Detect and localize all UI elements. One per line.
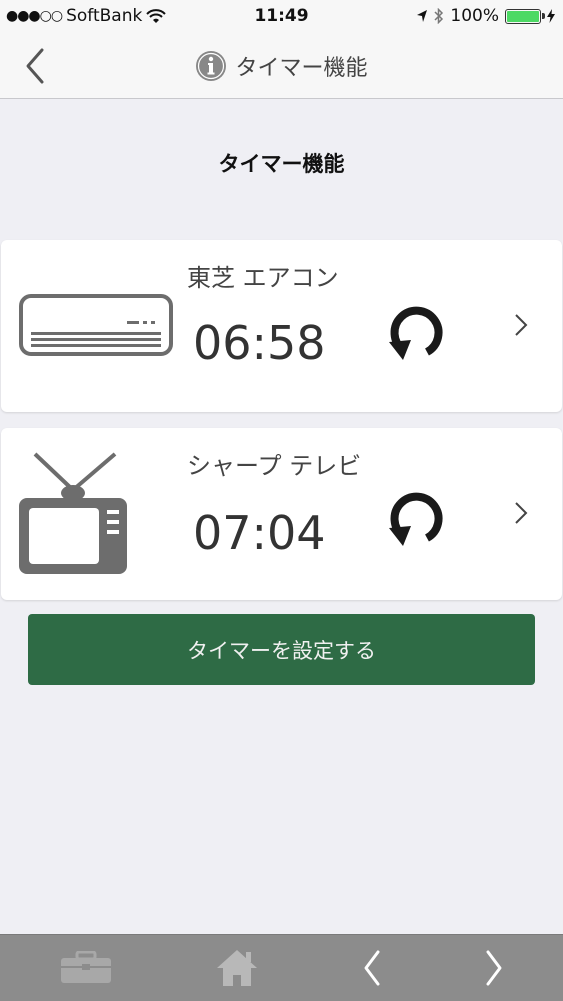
nav-title: タイマー機能 bbox=[235, 56, 368, 81]
television-icon bbox=[19, 452, 127, 574]
nav-title-group: タイマー機能 bbox=[0, 50, 563, 82]
page-title: タイマー機能 bbox=[218, 152, 345, 176]
bottom-toolbar bbox=[0, 934, 563, 1001]
chevron-left-icon bbox=[364, 950, 380, 986]
home-icon bbox=[217, 950, 257, 986]
set-timer-button[interactable]: タイマーを設定する bbox=[28, 614, 535, 685]
bluetooth-icon bbox=[434, 8, 444, 24]
forward-nav-button[interactable] bbox=[474, 943, 514, 993]
battery-percent: 100% bbox=[450, 6, 499, 26]
back-nav-button[interactable] bbox=[352, 943, 392, 993]
navigation-bar: タイマー機能 bbox=[0, 32, 563, 99]
status-right: 100% bbox=[416, 6, 555, 26]
timer-time: 07:04 bbox=[193, 506, 326, 560]
charging-icon bbox=[547, 9, 555, 23]
home-button[interactable] bbox=[212, 943, 262, 993]
toolbox-button[interactable] bbox=[58, 943, 114, 993]
info-icon[interactable] bbox=[195, 50, 227, 82]
chevron-right-icon[interactable] bbox=[511, 498, 531, 528]
toolbox-icon bbox=[61, 951, 111, 983]
timer-time: 06:58 bbox=[193, 316, 326, 370]
timer-card-air-conditioner[interactable]: 東芝 エアコン 06:58 bbox=[1, 240, 562, 412]
status-bar: ●●●○○ SoftBank 11:49 100% bbox=[0, 0, 563, 32]
chevron-right-icon bbox=[486, 950, 502, 986]
battery-icon bbox=[505, 8, 545, 24]
repeat-icon bbox=[389, 306, 443, 360]
air-conditioner-icon bbox=[19, 294, 173, 356]
device-name: 東芝 エアコン bbox=[187, 264, 339, 292]
chevron-right-icon[interactable] bbox=[511, 310, 531, 340]
repeat-icon bbox=[389, 492, 443, 546]
location-icon bbox=[417, 10, 428, 22]
timer-card-television[interactable]: シャープ テレビ 07:04 bbox=[1, 428, 562, 600]
device-name: シャープ テレビ bbox=[187, 452, 362, 480]
